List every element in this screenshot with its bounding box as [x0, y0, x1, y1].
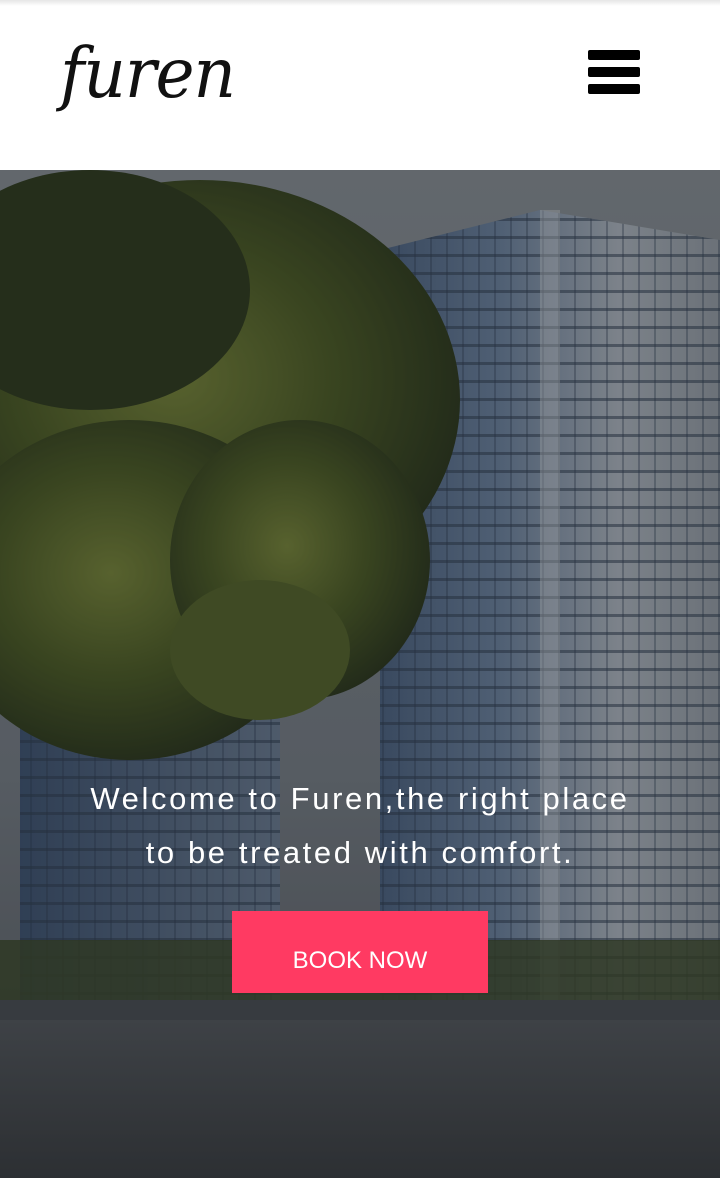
site-logo[interactable]: furen	[60, 24, 236, 124]
menu-bar-top	[588, 50, 640, 60]
menu-bar-bottom	[588, 84, 640, 94]
book-now-button[interactable]: BOOK NOW	[232, 911, 488, 993]
hero-dark-overlay	[0, 170, 720, 1178]
header-top-shadow	[0, 0, 720, 6]
page: furen Welcome to Furen,the right place t…	[0, 0, 720, 1178]
menu-bar-middle	[588, 67, 640, 77]
welcome-line-2: to be treated with comfort.	[145, 835, 575, 870]
hero-section: Welcome to Furen,the right place to be t…	[0, 170, 720, 1178]
logo-wordmark: furen	[60, 33, 236, 114]
site-header: furen	[0, 0, 720, 170]
welcome-message: Welcome to Furen,the right place to be t…	[60, 772, 660, 880]
welcome-line-1: Welcome to Furen,the right place	[90, 781, 630, 816]
hamburger-menu-icon[interactable]	[588, 50, 640, 94]
